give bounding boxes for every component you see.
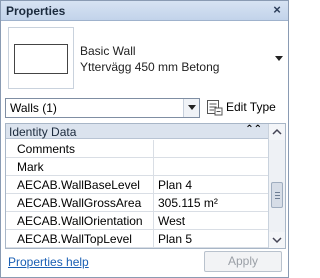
property-name: Mark (6, 158, 154, 175)
property-row-wall-orientation[interactable]: AECAB.WallOrientation West (6, 212, 268, 230)
instance-filter-select[interactable]: Walls (1) (5, 98, 200, 118)
property-value[interactable]: West (155, 212, 268, 229)
footer: Properties help Apply (1, 251, 288, 277)
instance-filter-dropdown-button[interactable] (183, 99, 199, 117)
property-row-wall-gross-area[interactable]: AECAB.WallGrossArea 305.115 m² (6, 194, 268, 212)
title-bar[interactable]: Properties × (1, 1, 288, 21)
property-name: AECAB.WallTopLevel (6, 230, 154, 247)
type-name-label: Yttervägg 450 mm Betong (80, 60, 220, 74)
group-header-identity-data[interactable]: Identity Data ⌃⌃ (6, 124, 268, 139)
property-name: AECAB.WallBaseLevel (6, 176, 154, 193)
chevron-up-icon (272, 128, 282, 135)
vertical-scrollbar[interactable] (268, 124, 285, 248)
edit-type-label: Edit Type (226, 100, 276, 114)
properties-grid: Identity Data ⌃⌃ Comments Mark AECAB.Wal… (5, 123, 286, 249)
property-value[interactable]: 305.115 m² (155, 194, 268, 211)
property-name: AECAB.WallGrossArea (6, 194, 154, 211)
edit-type-icon (207, 100, 223, 116)
properties-palette: Properties × Basic Wall Yttervägg 450 mm… (0, 0, 289, 278)
scroll-down-button[interactable] (269, 232, 285, 248)
type-dropdown-arrow-icon[interactable] (274, 53, 284, 63)
edit-type-button[interactable]: Edit Type (206, 98, 284, 118)
properties-help-link[interactable]: Properties help (8, 255, 89, 269)
property-row-comments[interactable]: Comments (6, 140, 268, 158)
filter-row: Walls (1) Edit Type (5, 98, 286, 120)
property-rows: Comments Mark AECAB.WallBaseLevel Plan 4… (6, 140, 268, 248)
property-row-wall-base-level[interactable]: AECAB.WallBaseLevel Plan 4 (6, 176, 268, 194)
scroll-thumb[interactable] (271, 182, 283, 208)
chevron-down-icon (272, 237, 282, 244)
type-family-label: Basic Wall (80, 44, 136, 58)
apply-button[interactable]: Apply (204, 251, 282, 272)
close-icon[interactable]: × (270, 3, 284, 17)
type-preview-image (8, 27, 74, 89)
property-row-wall-top-level[interactable]: AECAB.WallTopLevel Plan 5 (6, 230, 268, 248)
property-value[interactable]: Plan 5 (155, 230, 268, 247)
property-value[interactable]: Plan 4 (155, 176, 268, 193)
instance-filter-value: Walls (1) (10, 101, 57, 115)
property-value[interactable] (155, 140, 268, 157)
window-title: Properties (6, 4, 66, 18)
property-name: Comments (6, 140, 154, 157)
property-name: AECAB.WallOrientation (6, 212, 154, 229)
chevron-down-icon (188, 105, 196, 110)
scroll-up-button[interactable] (269, 124, 285, 140)
property-value[interactable] (155, 158, 268, 175)
group-header-label: Identity Data (9, 125, 77, 139)
property-row-mark[interactable]: Mark (6, 158, 268, 176)
type-selector[interactable]: Basic Wall Yttervägg 450 mm Betong (4, 23, 285, 93)
collapse-group-icon[interactable]: ⌃⌃ (245, 124, 262, 135)
wall-swatch-icon (14, 44, 68, 74)
